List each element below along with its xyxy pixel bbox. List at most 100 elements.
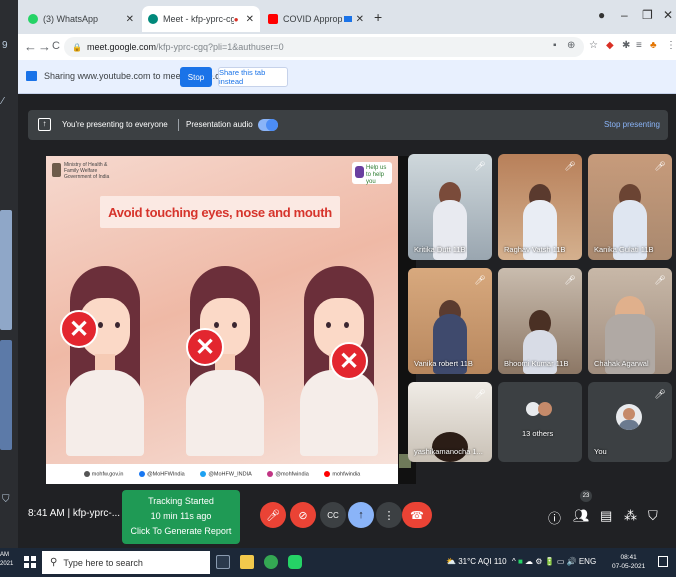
maximize-button[interactable]: ❐ [642, 8, 653, 22]
avatar[interactable]: ♣ [650, 40, 657, 51]
system-tray[interactable]: ^ ■ ☁ ⚙ 🔋 ▭ 🔊 ENG [512, 557, 596, 566]
task-view-icon[interactable] [216, 555, 230, 569]
recording-dot-icon: ● [233, 14, 239, 24]
girl-illustration-eyes: ✕ [60, 266, 150, 456]
reload-button[interactable]: C [52, 40, 60, 52]
captions-button[interactable]: CC [320, 502, 346, 528]
help-badge: Help us to help you [352, 162, 392, 185]
sharing-infobar: Sharing www.youtube.com to meet.google.c… [18, 60, 676, 94]
extension-icon[interactable]: ◆ [606, 40, 614, 51]
left-clock: AM 2021 [0, 552, 14, 567]
file-explorer-icon[interactable] [240, 555, 254, 569]
forward-button[interactable]: → [38, 39, 51, 54]
back-button[interactable]: ← [24, 39, 37, 54]
taskbar-clock[interactable]: 08:41 07-05-2021 [612, 553, 645, 571]
meet-icon [148, 14, 158, 24]
participant-name: You [594, 447, 607, 456]
tracking-status: Tracking Started [148, 496, 214, 506]
chrome-icon[interactable] [264, 555, 278, 569]
mic-off-icon: 🎤︎ [474, 275, 486, 285]
tab-covid[interactable]: COVID Appropriate Behavi ✕ [262, 6, 370, 32]
others-count: 13 others [522, 429, 554, 438]
others-tile[interactable]: 13 others [498, 382, 582, 462]
background-thumbnail [0, 210, 12, 330]
bookmark-star-icon[interactable]: ☆ [589, 40, 598, 51]
divider [178, 119, 179, 131]
stop-presenting-button[interactable]: Stop presenting [604, 120, 660, 129]
participant-tile[interactable]: 🎤︎ Vanika robert 11B [408, 268, 492, 374]
close-icon[interactable]: ✕ [126, 14, 134, 25]
share-this-tab-button[interactable]: Share this tab instead [218, 67, 288, 87]
tab-bar: (3) WhatsApp ✕ Meet - kfp-yprc-cgq ● ✕ C… [18, 0, 676, 34]
taskbar-search[interactable]: ⚲ Type here to search [42, 551, 210, 574]
host-controls-icon[interactable]: ⛉ [648, 508, 658, 524]
presentation-audio-toggle[interactable] [258, 119, 278, 131]
weather-widget[interactable]: ⛅ 31°C AQI 110 [446, 557, 507, 566]
mic-off-icon: 🎤︎ [564, 275, 576, 285]
close-icon[interactable]: ✕ [356, 14, 364, 25]
windows-start-icon[interactable] [24, 556, 36, 568]
generate-report-label: Click To Generate Report [130, 526, 232, 536]
participant-tile[interactable]: 🎤︎ Kanika Gulati 11B [588, 154, 672, 260]
activities-icon[interactable]: ⁂ [624, 508, 637, 524]
tab-whatsapp[interactable]: (3) WhatsApp ✕ [22, 6, 140, 32]
hand-icon [355, 166, 364, 178]
participant-name: Kanika Gulati 11B [594, 245, 654, 254]
participant-tile[interactable]: 🎤︎ yashikamanocha 1... [408, 382, 492, 462]
leave-call-button[interactable]: ☎ [402, 502, 432, 528]
ministry-logo: Ministry of Health & Family Welfare Gove… [52, 162, 114, 186]
more-options-button[interactable]: ⋮ [376, 502, 402, 528]
participant-tile[interactable]: 🎤︎ Bhoomi Kumar 11B [498, 268, 582, 374]
ministry-text: Ministry of Health & Family Welfare Gove… [64, 162, 110, 180]
puzzle-icon[interactable]: ✱ [622, 40, 630, 51]
footer-youtube: mohfwindia [324, 470, 360, 477]
presentation-audio-label: Presentation audio [186, 120, 253, 129]
participant-tile[interactable]: 🎤︎ Raghav Vatsh 11B [498, 154, 582, 260]
back-window-icon: 9 [2, 40, 8, 51]
window-close-button[interactable]: ✕ [663, 8, 673, 22]
presenting-text: You're presenting to everyone [62, 120, 168, 129]
tracking-report-button[interactable]: Tracking Started 10 min 11s ago Click To… [122, 490, 240, 544]
mic-off-button[interactable]: 🎤︎ [260, 502, 286, 528]
profile-icon[interactable]: ● [598, 8, 605, 22]
cast-icon[interactable]: ▪ [553, 40, 557, 51]
mic-off-icon: 🎤︎ [654, 275, 666, 285]
mic-off-icon: 🎤︎ [474, 389, 486, 399]
close-icon[interactable]: ✕ [246, 14, 254, 25]
new-tab-button[interactable]: + [374, 9, 382, 25]
participant-tile[interactable]: 🎤︎ Chahak Agarwal [588, 268, 672, 374]
tab-title: (3) WhatsApp [43, 14, 99, 24]
screen: 9 ⁄ ⛉ (3) WhatsApp ✕ Meet - kfp-yprc-cgq… [0, 0, 676, 577]
minimize-button[interactable]: – [621, 8, 628, 22]
present-icon: ↑ [38, 118, 51, 131]
address-bar[interactable]: 🔒 meet.google.com /kfp-yprc-cgq?pli=1&au… [64, 37, 584, 57]
camera-off-button[interactable]: ⊘ [290, 502, 316, 528]
avatar [616, 404, 642, 430]
stop-sharing-button[interactable]: Stop [180, 67, 212, 87]
menu-icon[interactable]: ⋮ [666, 40, 676, 51]
windows-taskbar: AM 2021 ⚲ Type here to search ⛅ 31°C AQI … [0, 548, 676, 577]
people-icon[interactable]: 👥︎ [573, 508, 590, 524]
zoom-icon[interactable]: ⊕ [567, 40, 575, 51]
whatsapp-taskbar-icon[interactable] [288, 555, 302, 569]
present-now-button[interactable]: ↑ [348, 502, 374, 528]
background-thumbnail-2 [0, 340, 12, 450]
footer-instagram: @mohfwindia [267, 470, 309, 477]
presenting-bar: ↑ You're presenting to everyone Presenta… [28, 110, 668, 140]
chat-icon[interactable]: ▤ [600, 508, 612, 524]
cross-icon: ✕ [330, 342, 368, 380]
help-text: Help us to help you [366, 165, 387, 185]
girl-illustration-nose: ✕ [180, 266, 270, 456]
self-tile[interactable]: 🎤︎ You [588, 382, 672, 462]
meeting-details-icon[interactable]: ⓘ [548, 508, 561, 527]
notification-icon[interactable] [658, 556, 668, 567]
reading-list-icon[interactable]: ≡ [636, 40, 642, 51]
footer-website: mohfw.gov.in [83, 470, 123, 477]
tab-meet[interactable]: Meet - kfp-yprc-cgq ● ✕ [142, 6, 260, 32]
meeting-controls: 8:41 AM | kfp-yprc-... Tracking Started … [18, 486, 676, 548]
participant-tile[interactable]: 🎤︎ Kritika Dutt 11B [408, 154, 492, 260]
presentation-slide: Ministry of Health & Family Welfare Gove… [46, 156, 398, 484]
participants-count-badge: 23 [580, 490, 592, 502]
tab-title: COVID Appropriate Behavi [283, 14, 342, 24]
search-placeholder: Type here to search [63, 557, 143, 568]
